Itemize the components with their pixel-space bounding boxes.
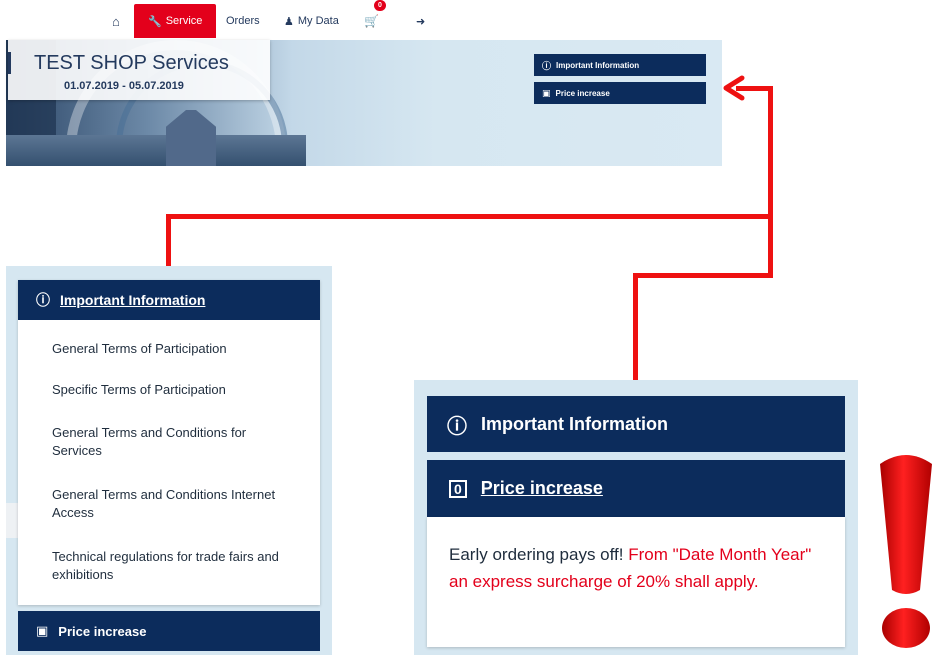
cart-icon: 🛒 bbox=[364, 14, 379, 28]
price-increase-footer-label: Price increase bbox=[58, 623, 147, 639]
top-nav: ⌂ 🔧 Service Orders ♟ My Data 🛒 0 ➜ bbox=[0, 0, 938, 38]
money-icon: 0 bbox=[449, 479, 467, 498]
link-technical-regulations[interactable]: Technical regulations for trade fairs an… bbox=[52, 548, 322, 584]
cart-count-badge: 0 bbox=[374, 0, 386, 11]
red-arrow-icon bbox=[723, 75, 745, 101]
event-title-card: TEST SHOP Services 01.07.2019 - 05.07.20… bbox=[8, 40, 270, 100]
connector-line-horizontal-top bbox=[166, 214, 773, 219]
important-info-heading-left[interactable]: ⓘ Important Information bbox=[18, 280, 320, 320]
orders-nav-item[interactable]: Orders bbox=[226, 6, 260, 36]
exclamation-icon bbox=[880, 455, 932, 648]
banner-building bbox=[6, 135, 306, 166]
logout-nav-item[interactable]: ➜ bbox=[416, 6, 425, 36]
home-icon: ⌂ bbox=[112, 13, 120, 29]
price-increase-heading-left[interactable]: ▣ Price increase bbox=[18, 611, 320, 651]
banner-important-info-button[interactable]: ⓘ Important Information bbox=[534, 54, 706, 76]
user-icon: ♟ bbox=[284, 15, 294, 28]
price-increase-heading-right[interactable]: 0 Price increase bbox=[427, 460, 845, 517]
orders-nav-label: Orders bbox=[226, 15, 260, 27]
price-increase-body: Early ordering pays off! From "Date Mont… bbox=[427, 517, 845, 647]
important-info-heading-right[interactable]: ⓘ Important Information bbox=[427, 396, 845, 452]
connector-line-left-drop bbox=[166, 214, 171, 268]
service-nav-item[interactable]: 🔧 Service bbox=[134, 4, 217, 38]
service-nav-label: Service bbox=[165, 15, 203, 27]
banner-price-increase-label: Price increase bbox=[555, 88, 610, 98]
early-ordering-text: Early ordering pays off! bbox=[449, 545, 629, 564]
info-icon: ⓘ bbox=[36, 292, 50, 308]
left-panel-stripe bbox=[6, 503, 18, 538]
mydata-nav-label: My Data bbox=[297, 15, 339, 27]
connector-line-right-drop bbox=[633, 273, 638, 382]
mydata-nav-item[interactable]: ♟ My Data bbox=[284, 6, 339, 36]
important-info-heading-label: Important Information bbox=[60, 292, 206, 308]
link-terms-services[interactable]: General Terms and Conditions for Service… bbox=[52, 424, 292, 460]
link-specific-terms-participation[interactable]: Specific Terms of Participation bbox=[52, 381, 322, 399]
connector-line-horizontal-mid bbox=[633, 273, 773, 278]
info-icon: ⓘ bbox=[447, 415, 467, 438]
cart-nav-item[interactable]: 🛒 0 bbox=[364, 0, 386, 36]
info-icon: ⓘ bbox=[542, 60, 552, 71]
important-info-heading-right-label: Important Information bbox=[481, 413, 668, 434]
money-icon: ▣ bbox=[36, 623, 49, 638]
important-info-dropdown: General Terms of Participation Specific … bbox=[18, 280, 320, 605]
banner-price-increase-button[interactable]: ▣ Price increase bbox=[534, 82, 706, 104]
event-title: TEST SHOP Services bbox=[34, 52, 229, 74]
event-dates: 01.07.2019 - 05.07.2019 bbox=[64, 80, 184, 92]
price-increase-message: Early ordering pays off! From "Date Mont… bbox=[449, 541, 819, 595]
home-nav-item[interactable]: ⌂ bbox=[112, 6, 120, 36]
link-general-terms-participation[interactable]: General Terms of Participation bbox=[52, 340, 322, 358]
money-icon: ▣ bbox=[542, 87, 551, 98]
connector-line-vertical-right bbox=[768, 86, 773, 278]
wrench-icon: 🔧 bbox=[148, 15, 162, 28]
title-accent-bar bbox=[8, 52, 11, 74]
price-increase-heading-right-label: Price increase bbox=[480, 478, 603, 498]
banner-important-info-label: Important Information bbox=[556, 60, 640, 70]
link-terms-internet-access[interactable]: General Terms and Conditions Internet Ac… bbox=[52, 486, 312, 522]
logout-icon: ➜ bbox=[416, 15, 426, 28]
